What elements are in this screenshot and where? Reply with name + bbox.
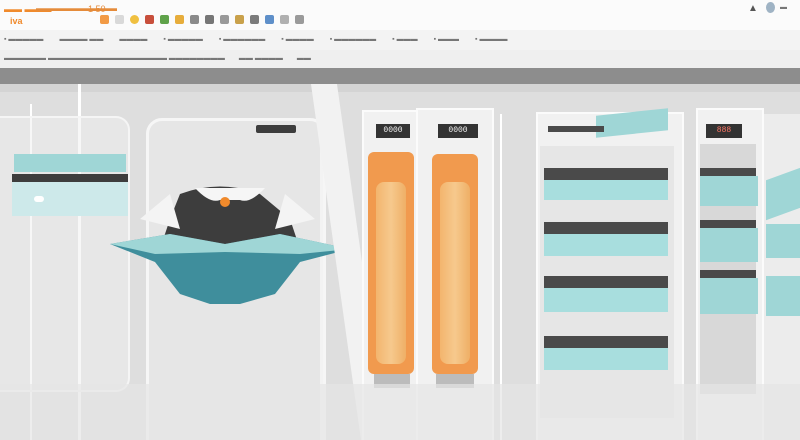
cabinet-slot bbox=[700, 270, 756, 278]
bookmark-item[interactable]: ▪ ▬▬▬▬ bbox=[281, 36, 313, 43]
bookmark-item[interactable]: ▪ ▬▬▬ bbox=[392, 36, 417, 43]
address-input[interactable]: ▬▬▬▬▬▬ ▬▬▬▬▬▬▬▬▬▬▬▬▬▬▬▬▬ ▬▬▬▬▬▬▬▬ bbox=[4, 55, 225, 62]
shelf-top-slot bbox=[548, 126, 604, 132]
far-right-display: 888 bbox=[706, 124, 742, 138]
toolbar-left-label: iva bbox=[10, 16, 23, 26]
right-tube bbox=[440, 182, 470, 364]
bookmark-item[interactable]: ▪ ▬▬▬▬▬ bbox=[4, 36, 43, 43]
left-tube bbox=[376, 182, 406, 364]
address-items: ▬▬▬▬▬▬ ▬▬▬▬▬▬▬▬▬▬▬▬▬▬▬▬▬ ▬▬▬▬▬▬▬▬ ▬▬ ▬▬▬… bbox=[4, 55, 311, 62]
shelf-row-dark bbox=[544, 336, 668, 348]
reload-icon[interactable] bbox=[130, 15, 139, 24]
cabinet-slot bbox=[700, 220, 756, 228]
home-icon[interactable] bbox=[145, 15, 154, 24]
help-icon[interactable] bbox=[295, 15, 304, 24]
warning-icon[interactable]: ▲ bbox=[748, 3, 758, 14]
shelf-row-teal bbox=[544, 288, 668, 312]
toolbar-left-label2: 1 50 bbox=[88, 4, 106, 14]
left-display: 0000 bbox=[376, 124, 410, 138]
cabinet-slot bbox=[700, 168, 756, 176]
shelf-row-dark bbox=[544, 222, 668, 234]
star-icon[interactable] bbox=[160, 15, 169, 24]
shelf-row-teal bbox=[544, 234, 668, 256]
ceiling-band bbox=[0, 84, 800, 92]
print-icon[interactable] bbox=[205, 15, 214, 24]
shelf-row-dark bbox=[544, 168, 668, 180]
floor bbox=[0, 384, 800, 440]
bookmark-item[interactable]: ▪ ▬▬▬ bbox=[434, 36, 459, 43]
shelf-row-dark bbox=[544, 276, 668, 288]
bookmark-item[interactable]: ▪ ▬▬▬▬▬▬ bbox=[219, 36, 265, 43]
shelf-row-teal bbox=[544, 348, 668, 370]
folder-icon[interactable] bbox=[235, 15, 244, 24]
bookmark-item[interactable]: ▪ ▬▬▬▬▬▬ bbox=[330, 36, 376, 43]
shelf-row-teal bbox=[544, 180, 668, 200]
cabinet-drawer bbox=[700, 176, 758, 206]
bookmark-item[interactable]: ▬▬▬▬ bbox=[119, 36, 147, 43]
window-icon[interactable] bbox=[280, 15, 289, 24]
bookmark-list: ▪ ▬▬▬▬▬ ▬▬▬▬ ▬▬ ▬▬▬▬ ▪ ▬▬▬▬▬ ▪ ▬▬▬▬▬▬ ▪ … bbox=[4, 36, 507, 43]
bookmarks-bar: ▪ ▬▬▬▬▬ ▬▬▬▬ ▬▬ ▬▬▬▬ ▪ ▬▬▬▬▬ ▪ ▬▬▬▬▬▬ ▪ … bbox=[0, 30, 800, 51]
indicator bbox=[34, 196, 44, 202]
center-slot bbox=[256, 125, 296, 133]
mail-icon[interactable] bbox=[220, 15, 229, 24]
bookmark-item[interactable]: ▪ ▬▬▬▬▬ bbox=[163, 36, 202, 43]
nav-link[interactable]: ▬▬ ▬▬▬▬ bbox=[239, 55, 283, 62]
status-strip bbox=[0, 68, 800, 84]
address-bar-row: ▬▬▬▬▬▬ ▬▬▬▬▬▬▬▬▬▬▬▬▬▬▬▬▬ ▬▬▬▬▬▬▬▬ ▬▬ ▬▬▬… bbox=[0, 50, 800, 69]
edge-teal-3 bbox=[766, 276, 800, 316]
back-icon[interactable] bbox=[100, 15, 109, 24]
teal-strip bbox=[14, 154, 126, 172]
menu-icon[interactable]: ▬ bbox=[780, 4, 787, 11]
profile-icon[interactable] bbox=[766, 2, 775, 13]
title-toolbar: ▬▬ ▬▬▬ iva ▬▬▬▬▬▬▬▬▬ 1 50 ▲ ▬ bbox=[0, 0, 800, 31]
forward-icon[interactable] bbox=[115, 15, 124, 24]
settings-icon[interactable] bbox=[250, 15, 259, 24]
nav-link[interactable]: ▬▬ bbox=[297, 55, 311, 62]
search-icon[interactable] bbox=[190, 15, 199, 24]
edge-teal-2 bbox=[766, 224, 800, 258]
chart-icon[interactable] bbox=[265, 15, 274, 24]
toolbar-icons bbox=[100, 15, 304, 24]
bookmark-item[interactable]: ▪ ▬▬▬▬ bbox=[475, 36, 507, 43]
cabinet-drawer bbox=[700, 278, 758, 314]
browser-chrome: ▬▬ ▬▬▬ iva ▬▬▬▬▬▬▬▬▬ 1 50 ▲ ▬ ▪ ▬▬▬▬▬ ▬▬… bbox=[0, 0, 800, 84]
bookmark-item[interactable]: ▬▬▬▬ ▬▬ bbox=[59, 36, 103, 43]
illustration-scene: 0000 0000 888 bbox=[0, 84, 800, 440]
cabinet-drawer bbox=[700, 228, 758, 262]
right-display: 0000 bbox=[438, 124, 478, 138]
bag-shape bbox=[110, 186, 350, 304]
tag-icon[interactable] bbox=[175, 15, 184, 24]
